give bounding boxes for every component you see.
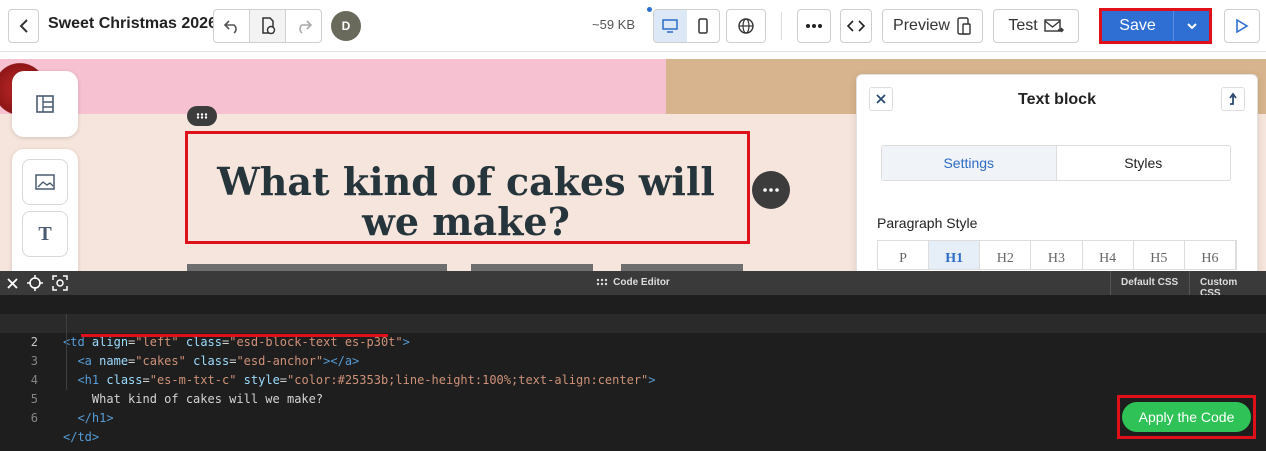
select-parent-button[interactable]	[1221, 87, 1245, 111]
toolbar-divider	[781, 12, 782, 40]
code-editor[interactable]: 1 <td align="left" class="esd-block-text…	[0, 295, 1266, 451]
content-divider	[471, 264, 593, 271]
block-more-button[interactable]	[752, 171, 790, 209]
preview-label: Preview	[893, 17, 950, 34]
email-size: ~59 KB	[592, 17, 636, 32]
undo-button[interactable]	[213, 9, 250, 43]
redo-icon	[298, 20, 312, 34]
apply-code-button[interactable]: Apply the Code	[1122, 402, 1251, 432]
code-line: 1 <td align="left" class="esd-block-text…	[0, 295, 1266, 349]
content-divider	[621, 264, 743, 271]
heading-text-block[interactable]: What kind of cakes will we make?	[190, 162, 742, 242]
panel-title: Text block	[1018, 91, 1096, 108]
save-group: Save	[1099, 8, 1212, 44]
paragraph-style-label: Paragraph Style	[877, 215, 978, 231]
drag-handle-icon	[196, 113, 208, 119]
chevron-left-icon	[19, 19, 28, 33]
style-option-h3[interactable]: H3	[1031, 241, 1083, 269]
email-title: Sweet Christmas 2026!	[48, 15, 223, 32]
save-button[interactable]: Save	[1102, 11, 1173, 41]
tab-styles[interactable]: Styles	[1057, 146, 1231, 180]
tab-settings[interactable]: Settings	[882, 146, 1057, 180]
text-icon: T	[38, 222, 52, 245]
code-editor-button[interactable]	[840, 9, 872, 43]
paragraph-style-options: P H1 H2 H3 H4 H5 H6	[877, 240, 1237, 270]
desktop-view-button[interactable]	[654, 10, 687, 42]
style-option-h5[interactable]: H5	[1134, 241, 1185, 269]
code-editor-title-text: Code Editor	[613, 277, 670, 288]
code-line: 5 </h1>	[0, 371, 1266, 425]
play-icon	[1236, 18, 1249, 34]
redo-button[interactable]	[285, 9, 322, 43]
style-option-h1[interactable]: H1	[929, 241, 981, 269]
mobile-icon	[698, 18, 708, 34]
style-option-h6[interactable]: H6	[1185, 241, 1236, 269]
code-line: 4 What kind of cakes will we make?	[0, 352, 1266, 406]
document-history-icon	[261, 17, 275, 35]
layout-icon	[36, 95, 54, 113]
status-dot	[647, 7, 652, 12]
app-root: Sweet Christmas 2026! D ~59 KB Preview T…	[0, 0, 1266, 451]
block-drag-handle[interactable]	[187, 106, 217, 126]
content-divider	[187, 264, 447, 271]
test-button[interactable]: Test	[993, 9, 1079, 43]
send-button[interactable]	[1224, 9, 1260, 43]
arrow-up-icon	[1229, 92, 1237, 105]
code-icon	[847, 20, 865, 32]
style-option-p[interactable]: P	[878, 241, 930, 269]
avatar[interactable]: D	[331, 11, 361, 41]
more-horizontal-icon	[806, 24, 822, 28]
anchor-line-highlight	[81, 334, 388, 337]
style-option-h2[interactable]: H2	[980, 241, 1032, 269]
panel-tabs: Settings Styles	[881, 145, 1231, 181]
chevron-down-icon	[1186, 23, 1197, 30]
send-mail-icon	[1043, 19, 1064, 33]
image-icon	[35, 174, 55, 190]
code-line-current: 2 <a name="cakes" class="esd-anchor"></a…	[0, 314, 1266, 368]
default-css-tab[interactable]: Default CSS	[1110, 271, 1188, 295]
device-toggle	[653, 9, 720, 43]
globe-icon	[738, 18, 754, 34]
custom-css-tab[interactable]: Custom CSS	[1189, 271, 1266, 299]
undo-icon	[223, 20, 237, 34]
code-text: </td>	[63, 430, 100, 444]
close-icon	[876, 94, 886, 104]
version-history-button[interactable]	[249, 9, 286, 43]
code-editor-header: Code Editor Default CSS Custom CSS	[0, 271, 1266, 299]
top-toolbar: Sweet Christmas 2026! D ~59 KB Preview T…	[0, 0, 1266, 52]
back-button[interactable]	[8, 9, 39, 43]
code-text: </h1>	[77, 411, 114, 425]
drag-handle-icon	[596, 278, 608, 286]
language-button[interactable]	[726, 9, 766, 43]
test-label: Test	[1008, 17, 1038, 34]
blocks-toolbar: T	[12, 149, 78, 271]
panel-close-button[interactable]	[869, 87, 893, 111]
more-horizontal-icon	[763, 188, 779, 192]
code-line: 6 </td>	[0, 390, 1266, 444]
style-option-h4[interactable]: H4	[1083, 241, 1134, 269]
text-block-tool[interactable]: T	[22, 211, 68, 257]
save-options-button[interactable]	[1173, 11, 1209, 41]
more-options-button[interactable]	[797, 9, 831, 43]
preview-device-icon	[957, 17, 971, 35]
image-block-tool[interactable]	[22, 159, 68, 205]
code-editor-title: Code Editor	[0, 277, 1266, 288]
text-block-settings-panel: Text block Settings Styles Paragraph Sty…	[856, 74, 1258, 274]
line-number: 6	[30, 411, 38, 425]
desktop-icon	[662, 19, 678, 33]
indent-guide	[66, 314, 67, 390]
preview-button[interactable]: Preview	[882, 9, 983, 43]
structure-tool[interactable]	[12, 71, 78, 137]
mobile-view-button[interactable]	[687, 10, 720, 42]
